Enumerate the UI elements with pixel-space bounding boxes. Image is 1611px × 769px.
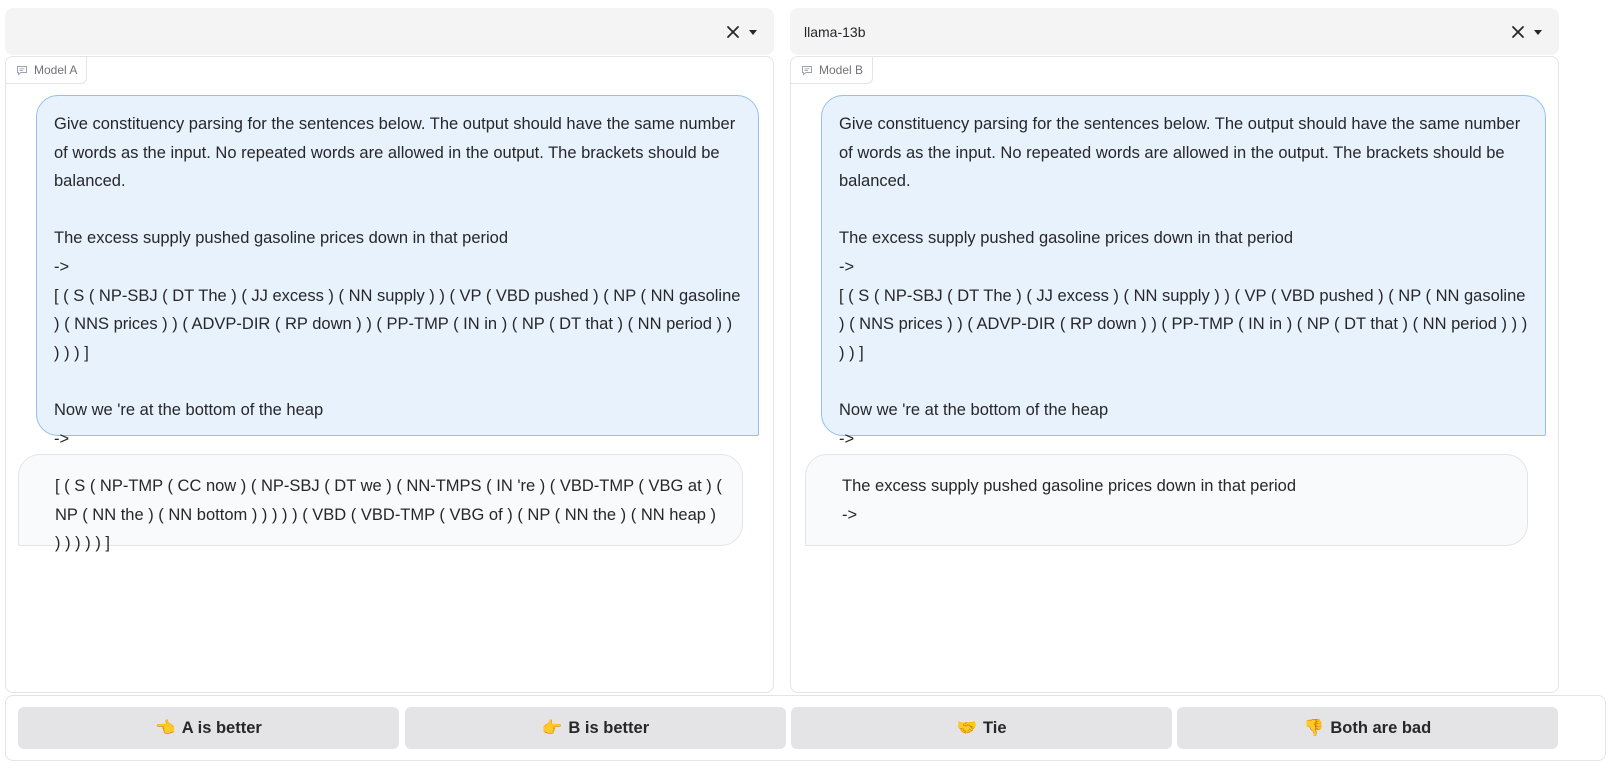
chat-icon [16, 65, 28, 76]
thumbs-down-icon: 👎 [1303, 718, 1325, 737]
model-a-user-message: Give constituency parsing for the senten… [36, 95, 759, 448]
handshake-icon: 🤝 [956, 718, 977, 737]
model-b-label: Model B [791, 57, 874, 84]
model-b-label-text: Model B [819, 63, 864, 77]
tie-button[interactable]: 🤝 Tie [791, 707, 1172, 749]
model-a-bot-message: [ ( S ( NP-TMP ( CC now ) ( NP-SBJ ( DT … [18, 454, 743, 552]
model-a-label: Model A [6, 57, 88, 84]
vote-button-row: 👈 A is better 👉 B is better 🤝 Tie 👎 Both… [5, 695, 1606, 761]
model-b-selector[interactable]: llama-13b [790, 8, 1559, 55]
b-is-better-button[interactable]: 👉 B is better [405, 707, 786, 749]
hand-pointing-left-icon: 👈 [155, 718, 176, 737]
model-a-chatbot[interactable]: Model A Give constituency parsing for th… [5, 56, 774, 693]
b-is-better-label: B is better [568, 718, 650, 737]
a-is-better-label: A is better [181, 718, 262, 737]
model-a-label-text: Model A [34, 63, 78, 77]
chevron-down-icon[interactable] [746, 25, 760, 39]
model-b-bot-message: The excess supply pushed gasoline prices… [805, 454, 1528, 546]
model-b-chatbot[interactable]: Model B Give constituency parsing for th… [790, 56, 1559, 693]
both-are-bad-label: Both are bad [1330, 718, 1432, 737]
both-are-bad-button[interactable]: 👎 Both are bad [1177, 707, 1558, 749]
close-icon[interactable] [726, 25, 740, 39]
close-icon[interactable] [1511, 25, 1525, 39]
tie-label: Tie [983, 718, 1007, 737]
chat-icon [801, 65, 813, 76]
chevron-down-icon[interactable] [1531, 25, 1545, 39]
model-b-selector-value: llama-13b [804, 23, 866, 40]
model-a-selector[interactable] [5, 8, 774, 55]
a-is-better-button[interactable]: 👈 A is better [18, 707, 399, 749]
hand-pointing-right-icon: 👉 [541, 718, 563, 737]
model-b-user-message: Give constituency parsing for the senten… [821, 95, 1546, 448]
